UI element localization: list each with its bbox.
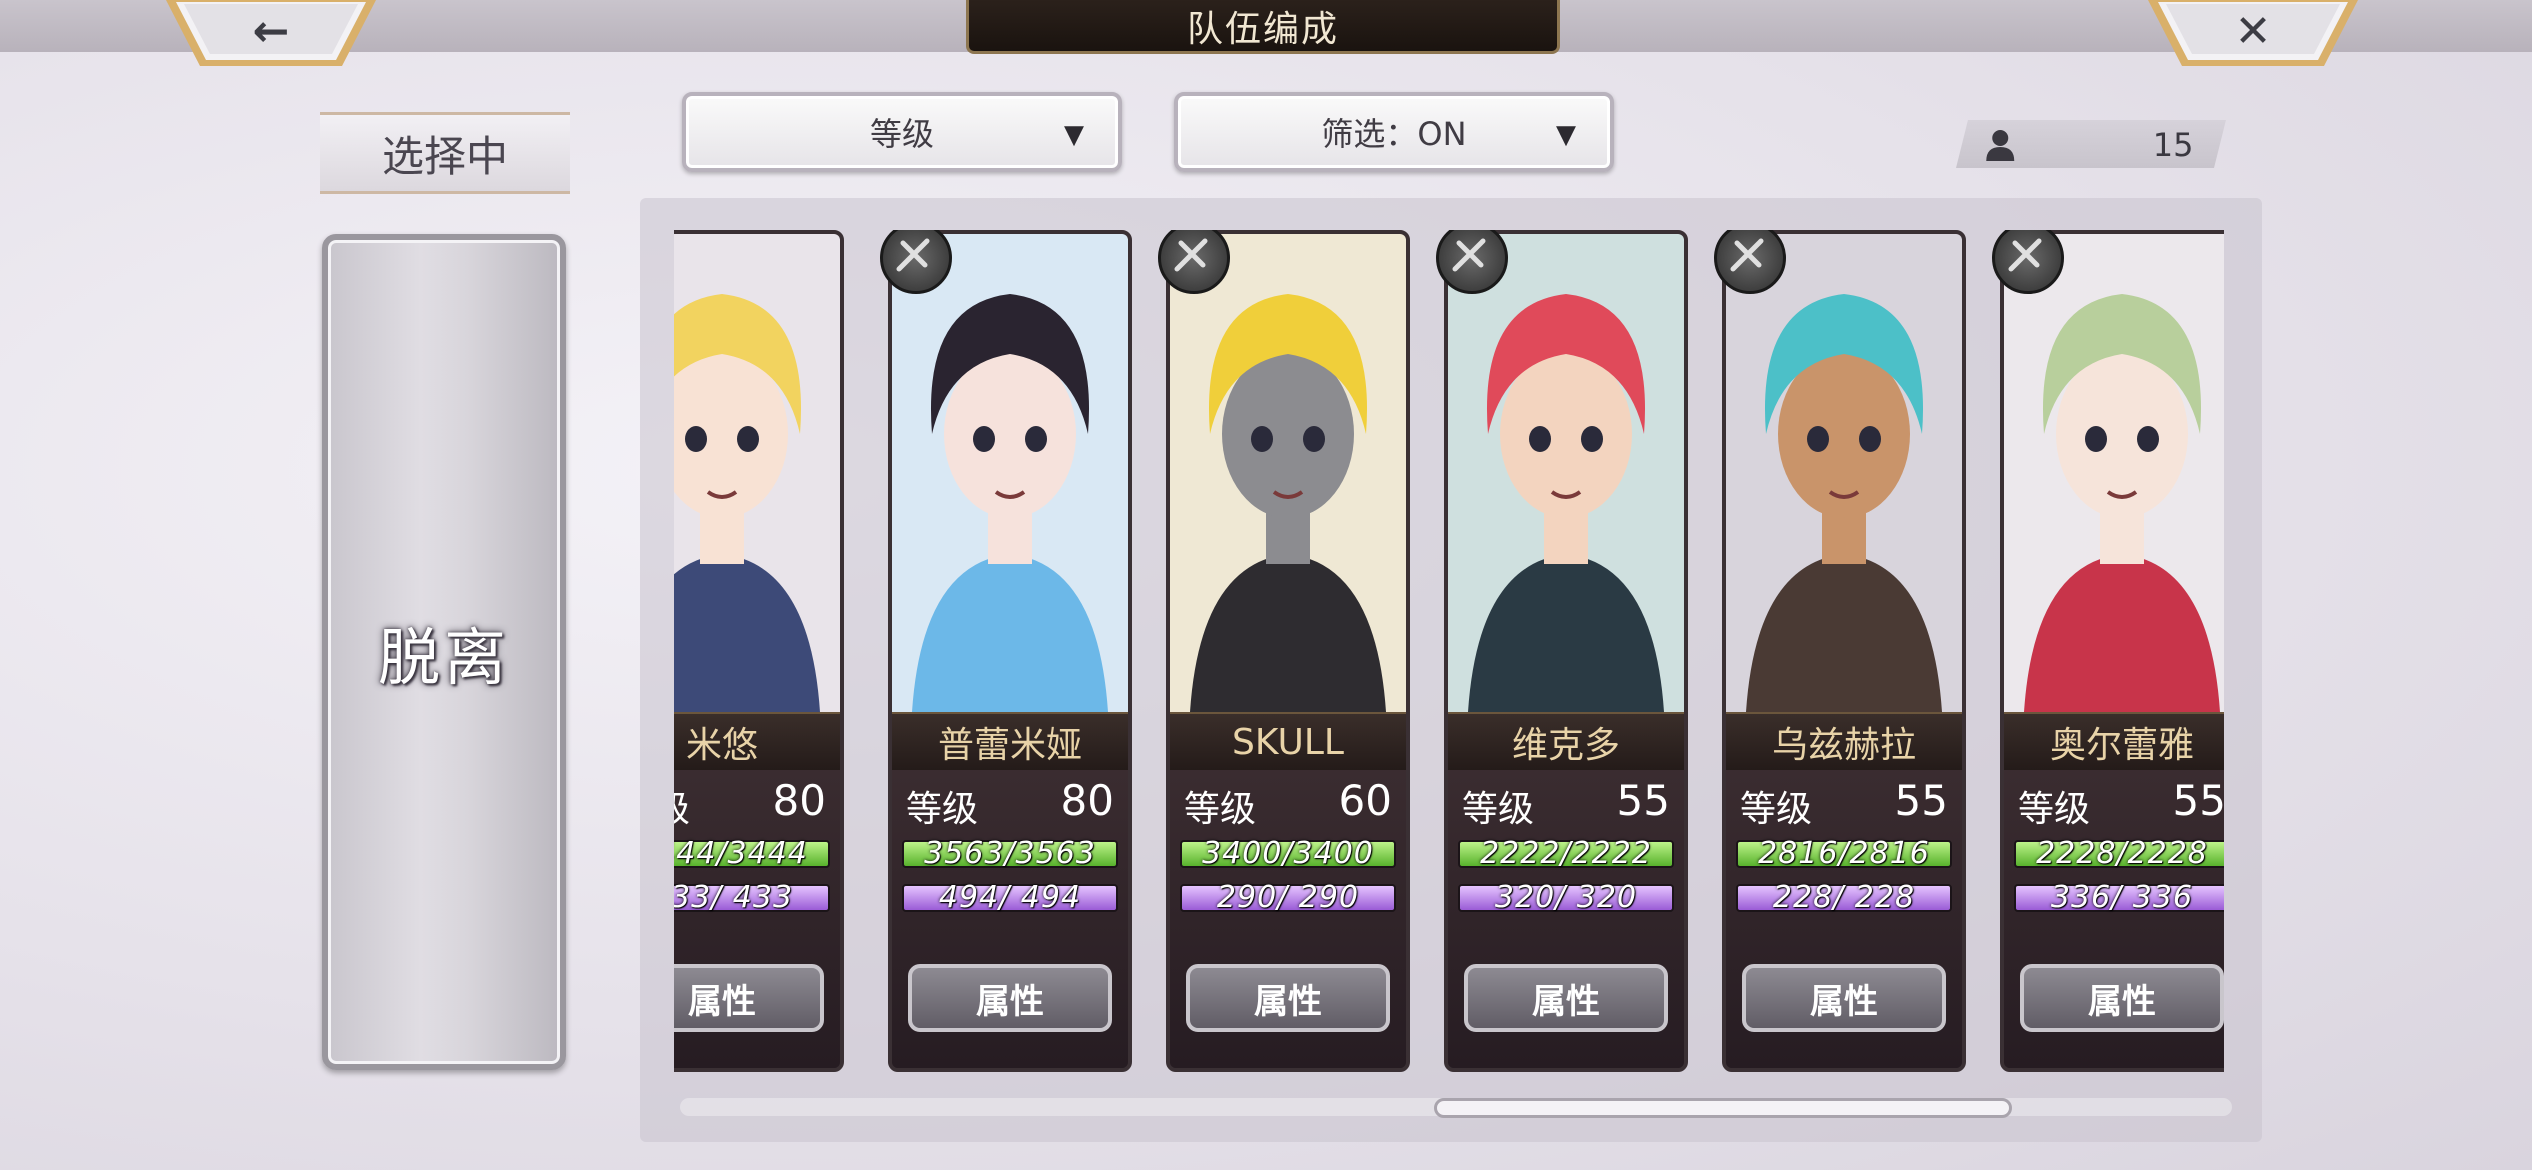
scroll-thumb[interactable] xyxy=(1434,1098,2012,1118)
mp-bar: 290/ 290 xyxy=(1180,880,1396,915)
character-portrait xyxy=(1726,234,1962,712)
character-card[interactable]: 维克多 等级 55 2222/2222 320/ 320 属性 xyxy=(1444,230,1688,1072)
attribute-button[interactable]: 属性 xyxy=(908,964,1112,1032)
selected-label: 选择中 xyxy=(320,112,570,194)
attribute-label: 属性 xyxy=(1810,981,1878,1022)
character-name: 米悠 xyxy=(674,712,840,772)
mp-value: 228/ 228 xyxy=(1772,880,1916,915)
mp-bar: 494/ 494 xyxy=(902,880,1118,915)
level-label: 等级 xyxy=(1740,789,1813,830)
sort-dropdown[interactable]: 等级 ▼ xyxy=(682,92,1122,172)
level-label: 等级 xyxy=(674,780,690,832)
mp-value: 320/ 320 xyxy=(1494,880,1638,915)
mp-bar: 433/ 433 xyxy=(674,880,830,915)
mp-value: 290/ 290 xyxy=(1216,880,1360,915)
character-portrait xyxy=(892,234,1128,712)
attribute-button[interactable]: 属性 xyxy=(674,964,824,1032)
character-card[interactable]: 米悠 等级 80 3444/3444 433/ 433 属性 xyxy=(674,230,844,1072)
character-portrait xyxy=(2004,234,2224,712)
close-button[interactable]: ✕ xyxy=(2148,0,2358,70)
attribute-label: 属性 xyxy=(2088,981,2156,1022)
attribute-label: 属性 xyxy=(1532,981,1600,1022)
character-name: SKULL xyxy=(1170,712,1406,772)
character-list[interactable]: 米悠 等级 80 3444/3444 433/ 433 属性 普蕾米娅 等级 8… xyxy=(674,230,2224,1080)
character-card[interactable]: 奥尔蕾雅 等级 55 2228/2228 336/ 336 属性 xyxy=(2000,230,2224,1072)
mp-value: 494/ 494 xyxy=(938,880,1082,915)
character-name: 奥尔蕾雅 xyxy=(2004,712,2224,772)
party-count: 15 xyxy=(2153,126,2194,164)
hp-bar: 3400/3400 xyxy=(1180,836,1396,871)
caret-down-icon: ▼ xyxy=(1064,120,1084,150)
hp-value: 3444/3444 xyxy=(674,836,808,871)
character-name: 维克多 xyxy=(1448,712,1684,772)
sort-label: 等级 xyxy=(869,115,934,153)
close-x-icon: ✕ xyxy=(2234,6,2272,57)
character-stats: 等级 80 3563/3563 494/ 494 属性 xyxy=(892,770,1128,1068)
level-value: 60 xyxy=(1338,776,1392,825)
character-stats: 等级 80 3444/3444 433/ 433 属性 xyxy=(674,770,840,1068)
character-stats: 等级 55 2228/2228 336/ 336 属性 xyxy=(2004,770,2224,1068)
level-label: 等级 xyxy=(1184,789,1257,830)
character-stats: 等级 55 2816/2816 228/ 228 属性 xyxy=(1726,770,1962,1068)
hp-value: 3563/3563 xyxy=(924,836,1096,871)
character-name: 乌兹赫拉 xyxy=(1726,712,1962,772)
hp-bar: 2816/2816 xyxy=(1736,836,1952,871)
level-value: 80 xyxy=(772,776,826,825)
hp-bar: 2228/2228 xyxy=(2014,836,2224,871)
attribute-label: 属性 xyxy=(1254,981,1322,1022)
attribute-label: 属性 xyxy=(688,981,756,1022)
hp-value: 2816/2816 xyxy=(1758,836,1930,871)
character-portrait xyxy=(1448,234,1684,712)
attribute-button[interactable]: 属性 xyxy=(1186,964,1390,1032)
level-label: 等级 xyxy=(906,789,979,830)
filter-dropdown[interactable]: 筛选：ON ▼ xyxy=(1174,92,1614,172)
hammer-icon xyxy=(1992,230,2064,294)
mp-bar: 228/ 228 xyxy=(1736,880,1952,915)
bow-icon xyxy=(880,230,952,294)
attribute-button[interactable]: 属性 xyxy=(1742,964,1946,1032)
mp-bar: 336/ 336 xyxy=(2014,880,2224,915)
sword-icon xyxy=(1436,230,1508,294)
hp-value: 3400/3400 xyxy=(1202,836,1374,871)
mp-value: 433/ 433 xyxy=(674,880,794,915)
attribute-label: 属性 xyxy=(976,981,1044,1022)
character-portrait xyxy=(1170,234,1406,712)
character-card[interactable]: 乌兹赫拉 等级 55 2816/2816 228/ 228 属性 xyxy=(1722,230,1966,1072)
hp-value: 2228/2228 xyxy=(2036,836,2208,871)
level-label: 等级 xyxy=(1462,789,1535,830)
arrow-left-icon: ← xyxy=(252,6,290,57)
character-portrait xyxy=(674,234,840,712)
hp-bar: 2222/2222 xyxy=(1458,836,1674,871)
character-stats: 等级 60 3400/3400 290/ 290 属性 xyxy=(1170,770,1406,1068)
level-value: 55 xyxy=(1616,776,1670,825)
leave-label: 脱离 xyxy=(377,621,510,694)
hp-bar: 3563/3563 xyxy=(902,836,1118,871)
leave-party-button[interactable]: 脱离 xyxy=(322,234,566,1070)
hp-value: 2222/2222 xyxy=(1480,836,1652,871)
caret-down-icon: ▼ xyxy=(1556,120,1576,150)
back-button[interactable]: ← xyxy=(166,0,376,70)
attribute-button[interactable]: 属性 xyxy=(2020,964,2224,1032)
person-icon xyxy=(1983,128,2017,166)
page-title: 队伍编成 xyxy=(966,0,1560,54)
gun-icon xyxy=(1158,230,1230,294)
party-count-box: 15 xyxy=(1956,120,2226,168)
level-value: 55 xyxy=(2172,776,2224,825)
level-value: 80 xyxy=(1060,776,1114,825)
mp-bar: 320/ 320 xyxy=(1458,880,1674,915)
mp-value: 336/ 336 xyxy=(2050,880,2194,915)
character-name: 普蕾米娅 xyxy=(892,712,1128,772)
character-card[interactable]: SKULL 等级 60 3400/3400 290/ 290 属性 xyxy=(1166,230,1410,1072)
filter-label: 筛选：ON xyxy=(1321,115,1467,153)
level-value: 55 xyxy=(1894,776,1948,825)
axe-icon xyxy=(1714,230,1786,294)
level-label: 等级 xyxy=(2018,789,2091,830)
character-card[interactable]: 普蕾米娅 等级 80 3563/3563 494/ 494 属性 xyxy=(888,230,1132,1072)
attribute-button[interactable]: 属性 xyxy=(1464,964,1668,1032)
hp-bar: 3444/3444 xyxy=(674,836,830,871)
character-stats: 等级 55 2222/2222 320/ 320 属性 xyxy=(1448,770,1684,1068)
